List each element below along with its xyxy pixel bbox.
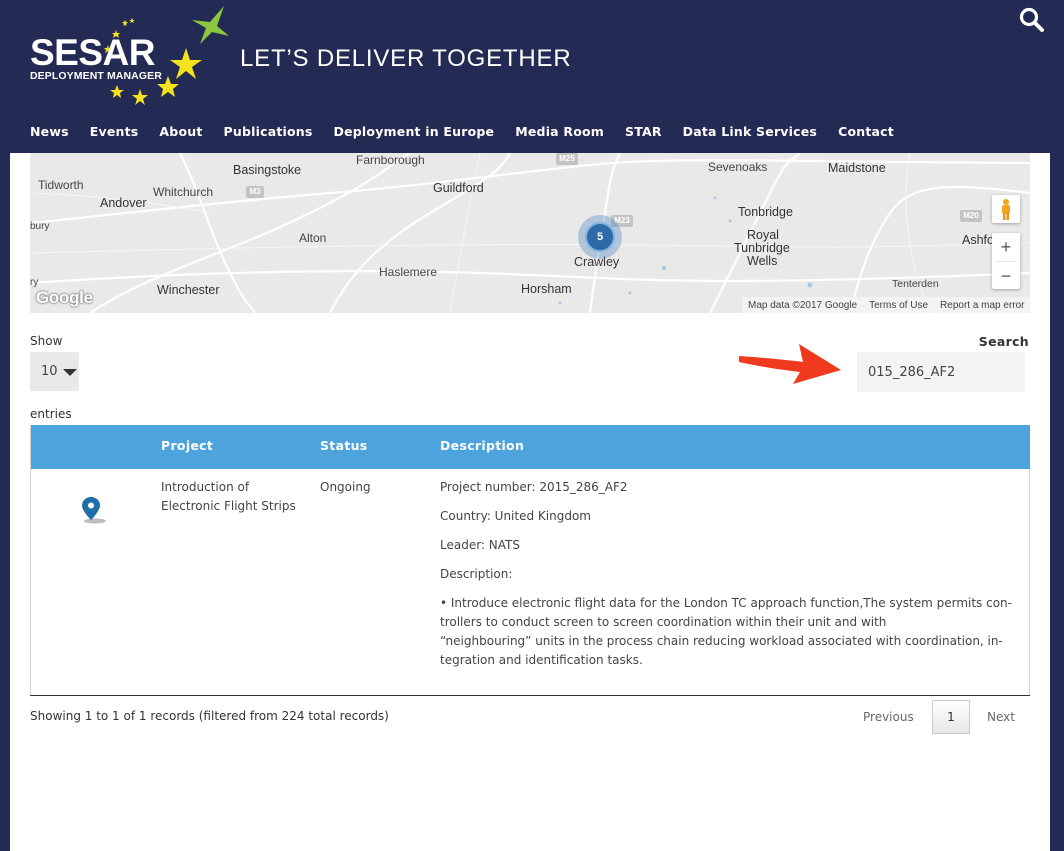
- nav-item-contact[interactable]: Contact: [838, 124, 894, 139]
- pagination-next[interactable]: Next: [987, 710, 1015, 724]
- description-text: • Introduce electronic flight data for t…: [440, 596, 1012, 610]
- map-place-label: Guildford: [433, 181, 484, 195]
- cluster-count: 5: [585, 222, 615, 252]
- pagination-page-1[interactable]: 1: [932, 700, 970, 734]
- nav-item-news[interactable]: News: [30, 124, 69, 139]
- description-cell: Project number: 2015_286_AF2 Country: Un…: [440, 478, 1025, 670]
- project-name-line: Introduction of: [161, 480, 250, 494]
- search-icon[interactable]: [1019, 7, 1045, 33]
- map-data-credit: Map data ©2017 Google: [748, 299, 858, 311]
- nav-item-publications[interactable]: Publications: [224, 124, 313, 139]
- description-text: tegration and identification tasks.: [440, 653, 643, 667]
- project-number: Project number: 2015_286_AF2: [440, 480, 628, 494]
- street-view-pegman[interactable]: [992, 195, 1020, 223]
- road-shield: M25: [556, 153, 578, 165]
- road-shield: M3: [246, 186, 264, 198]
- zoom-in-button[interactable]: +: [992, 233, 1020, 261]
- projects-table: Project Status Description Introduction …: [30, 425, 1030, 696]
- project-name-line: Electronic Flight Strips: [161, 499, 296, 513]
- map-place-label: Royal: [747, 228, 779, 242]
- nav-item-events[interactable]: Events: [90, 124, 139, 139]
- map-place-label: Horsham: [521, 282, 572, 296]
- map-place-label: Tonbridge: [738, 205, 793, 219]
- map-view[interactable]: Farnborough Basingstoke Tidworth Whitchu…: [30, 153, 1030, 313]
- search-input[interactable]: [857, 352, 1025, 392]
- map-marker-cluster[interactable]: 5: [578, 215, 622, 259]
- zoom-out-button[interactable]: −: [992, 262, 1020, 290]
- project-name-cell: Introduction of Electronic Flight Strips: [161, 478, 296, 516]
- column-header-description[interactable]: Description: [440, 438, 524, 453]
- site-header: SESAR DEPLOYMENT MANAGER LET’S DELIVER T…: [0, 0, 1064, 153]
- map-pin-icon[interactable]: [79, 495, 109, 525]
- map-place-label: Tenterden: [892, 278, 939, 290]
- road-shield: M20: [960, 210, 982, 222]
- map-place-label: Maidstone: [828, 161, 886, 175]
- table-header: Project Status Description: [31, 425, 1030, 469]
- logo-subtitle: DEPLOYMENT MANAGER: [30, 70, 162, 82]
- map-place-label: Sevenoaks: [708, 160, 768, 174]
- map-place-label: Basingstoke: [233, 163, 302, 177]
- records-info: Showing 1 to 1 of 1 records (filtered fr…: [30, 709, 389, 723]
- logo-wordmark: SESAR: [30, 32, 155, 73]
- nav-item-deployment-in-europe[interactable]: Deployment in Europe: [334, 124, 495, 139]
- entries-label: entries: [30, 407, 72, 421]
- column-header-status[interactable]: Status: [320, 438, 368, 453]
- site-tagline: LET’S DELIVER TOGETHER: [240, 45, 572, 72]
- nav-item-media-room[interactable]: Media Room: [515, 124, 604, 139]
- table-bottom-divider: [30, 695, 1030, 696]
- map-place-label: bury: [30, 221, 50, 232]
- map-place-label: Alton: [299, 231, 327, 245]
- google-logo[interactable]: Google: [36, 288, 93, 308]
- map-zoom-controls: + −: [992, 233, 1020, 289]
- map-attribution: Map data ©2017 Google Terms of Use Repor…: [742, 297, 1030, 313]
- chevron-down-icon: [63, 369, 77, 376]
- page-length-value: 10: [41, 364, 58, 379]
- search-label: Search: [978, 334, 1029, 349]
- map-place-label: Tunbridge: [734, 241, 790, 255]
- description-text: trollers to conduct screen to screen coo…: [440, 615, 887, 629]
- map-place-label: Winchester: [157, 283, 220, 297]
- terms-of-use-link[interactable]: Terms of Use: [869, 300, 928, 311]
- map-place-label: Wells: [747, 254, 778, 268]
- map-place-label: Tidworth: [38, 178, 84, 192]
- map-place-label: Farnborough: [356, 153, 425, 167]
- map-place-label: Andover: [100, 196, 147, 210]
- main-navigation: News Events About Publications Deploymen…: [30, 124, 894, 139]
- project-country: Country: United Kingdom: [440, 509, 591, 523]
- nav-item-star[interactable]: STAR: [625, 124, 662, 139]
- show-label: Show: [30, 334, 63, 348]
- description-text: “neighbouring” units in the process chai…: [440, 634, 1003, 648]
- report-map-error-link[interactable]: Report a map error: [940, 300, 1024, 311]
- map-place-label: Ashfo: [962, 233, 994, 247]
- nav-item-data-link-services[interactable]: Data Link Services: [683, 124, 817, 139]
- page-content: Farnborough Basingstoke Tidworth Whitchu…: [10, 153, 1050, 851]
- page-length-select[interactable]: 10: [30, 352, 79, 391]
- pegman-icon: [1002, 199, 1010, 220]
- description-label: Description:: [440, 567, 513, 581]
- map-place-label: Haslemere: [379, 265, 438, 279]
- map-place-label: ry: [30, 277, 39, 288]
- red-arrow-annotation-icon: [739, 344, 841, 384]
- sesar-logo[interactable]: SESAR DEPLOYMENT MANAGER: [28, 4, 238, 112]
- map-place-label: Whitchurch: [153, 185, 214, 199]
- nav-item-about[interactable]: About: [159, 124, 202, 139]
- status-cell: Ongoing: [320, 480, 371, 494]
- project-leader: Leader: NATS: [440, 538, 520, 552]
- pagination-previous[interactable]: Previous: [863, 710, 914, 724]
- column-header-project[interactable]: Project: [161, 438, 213, 453]
